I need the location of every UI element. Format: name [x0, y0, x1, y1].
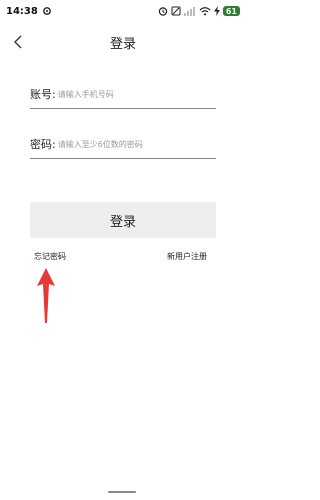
password-input[interactable] — [55, 139, 208, 149]
signal-icon — [183, 7, 195, 16]
annotation-arrow-icon — [37, 268, 55, 323]
settings-gear-icon — [42, 7, 51, 15]
status-left: 14:38 — [6, 6, 52, 17]
wifi-icon — [199, 7, 211, 16]
chevron-left-icon — [14, 35, 22, 49]
account-field: 账号: — [30, 80, 216, 109]
account-label: 账号: — [30, 88, 56, 101]
nav-bar: 登录 — [0, 26, 246, 58]
register-link[interactable]: 新用户注册 — [167, 251, 207, 262]
login-button[interactable]: 登录 — [30, 202, 216, 238]
battery-indicator: 61 — [222, 6, 240, 16]
status-right: 61 — [158, 6, 240, 16]
password-label: 密码: — [30, 138, 56, 151]
forgot-password-link[interactable]: 忘记密码 — [34, 251, 66, 262]
mute-icon — [171, 6, 181, 16]
account-input[interactable] — [55, 89, 208, 99]
status-bar: 14:38 61 — [0, 0, 246, 22]
password-field: 密码: — [30, 130, 216, 159]
page-title: 登录 — [109, 36, 136, 52]
alarm-icon — [158, 7, 168, 16]
charging-icon — [213, 6, 220, 16]
back-button[interactable] — [8, 32, 28, 52]
home-indicator[interactable] — [108, 491, 136, 493]
status-time: 14:38 — [6, 5, 38, 17]
